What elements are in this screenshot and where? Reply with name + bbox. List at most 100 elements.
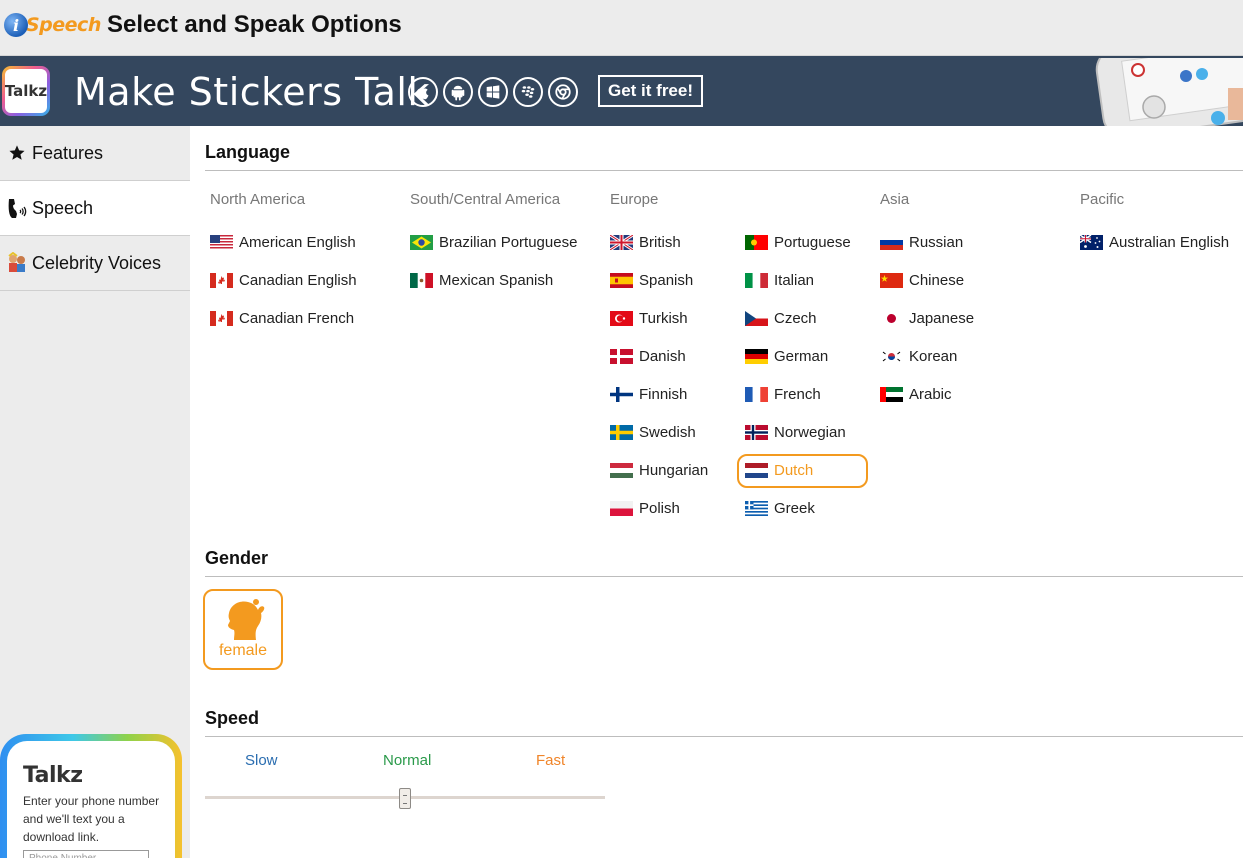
promo-text: Enter your phone number and we'll text y… <box>23 794 160 844</box>
platform-icons <box>408 77 578 107</box>
language-russian[interactable]: Russian <box>880 231 963 253</box>
sidebar-item-speech[interactable]: Speech <box>0 181 190 236</box>
flag-uk-icon <box>610 234 633 250</box>
language-chinese[interactable]: Chinese <box>880 269 964 291</box>
flag-denmark-icon <box>610 348 633 364</box>
language-german[interactable]: German <box>745 345 828 367</box>
flag-us-icon <box>210 234 233 250</box>
flag-turkey-icon <box>610 310 633 326</box>
flag-uae-icon <box>880 386 903 402</box>
speed-heading: Speed <box>205 708 260 728</box>
language-heading: Language <box>205 142 291 162</box>
flag-czech-icon <box>745 310 768 326</box>
sidebar-item-features[interactable]: Features <box>0 126 190 181</box>
speed-label-fast: Fast <box>536 752 566 769</box>
banner-title: Make Stickers Talk <box>74 70 430 114</box>
phone-number-input[interactable]: Phone Number <box>23 850 149 858</box>
talkz-promo: Talkz Enter your phone number and we'll … <box>0 734 182 858</box>
language-spanish[interactable]: Spanish <box>610 269 693 291</box>
apple-icon[interactable] <box>408 77 438 107</box>
language-australian-english[interactable]: Australian English <box>1080 231 1229 253</box>
flag-mexico-icon <box>410 272 433 288</box>
language-japanese[interactable]: Japanese <box>880 307 974 329</box>
flag-japan-icon <box>880 310 903 326</box>
sidebar-item-celebrity-voices[interactable]: Celebrity Voices <box>0 236 190 291</box>
flag-canada-icon <box>210 310 233 326</box>
flag-netherlands-icon <box>745 462 768 478</box>
flag-hungary-icon <box>610 462 633 478</box>
language-french[interactable]: French <box>745 383 821 405</box>
speed-label-slow: Slow <box>245 752 278 769</box>
top-header: i Speech Select and Speak Options <box>0 0 1243 56</box>
language-polish[interactable]: Polish <box>610 497 680 519</box>
android-icon[interactable] <box>443 77 473 107</box>
language-italian[interactable]: Italian <box>745 269 814 291</box>
promo-title: Talkz <box>23 763 83 788</box>
speech-icon <box>6 197 28 219</box>
speed-slider-handle[interactable] <box>399 788 411 809</box>
flag-brazil-icon <box>410 234 433 250</box>
flag-spain-icon <box>610 272 633 288</box>
sidebar-item-label: Features <box>32 142 104 163</box>
language-canadian-french[interactable]: Canadian French <box>210 307 354 329</box>
language-korean[interactable]: Korean <box>880 345 957 367</box>
language-czech[interactable]: Czech <box>745 307 817 329</box>
flag-greece-icon <box>745 500 768 516</box>
phone-image <box>1095 58 1243 126</box>
language-finnish[interactable]: Finnish <box>610 383 687 405</box>
language-norwegian[interactable]: Norwegian <box>745 421 846 443</box>
ispeech-logo[interactable]: i Speech <box>4 10 101 40</box>
flag-poland-icon <box>610 500 633 516</box>
flag-italy-icon <box>745 272 768 288</box>
language-american-english[interactable]: American English <box>210 231 356 253</box>
gender-label: female <box>218 642 268 659</box>
flag-korea-icon <box>880 348 903 364</box>
region-north-america: North America <box>210 191 306 208</box>
language-canadian-english[interactable]: Canadian English <box>210 269 357 291</box>
language-turkish[interactable]: Turkish <box>610 307 688 329</box>
divider <box>205 170 1243 171</box>
blackberry-icon[interactable] <box>513 77 543 107</box>
region-south-central-america: South/Central America <box>410 191 561 208</box>
flag-australia-icon <box>1080 234 1103 250</box>
language-dutch[interactable]: Dutch <box>745 459 813 481</box>
windows-icon[interactable] <box>478 77 508 107</box>
talkz-banner[interactable]: Talkz Make Stickers Talk Get it free! <box>0 56 1243 126</box>
language-british[interactable]: British <box>610 231 681 253</box>
flag-china-icon <box>880 272 903 288</box>
flag-portugal-icon <box>745 234 768 250</box>
language-mexican-spanish[interactable]: Mexican Spanish <box>410 269 553 291</box>
region-asia: Asia <box>880 191 910 208</box>
sidebar-item-label: Celebrity Voices <box>32 252 162 273</box>
main-content: Language North America South/Central Ame… <box>190 126 1243 858</box>
female-head-icon <box>228 599 265 640</box>
flag-russia-icon <box>880 234 903 250</box>
flag-sweden-icon <box>610 424 633 440</box>
region-europe: Europe <box>610 191 659 208</box>
get-it-free-button[interactable]: Get it free! <box>598 75 703 107</box>
chrome-icon[interactable] <box>548 77 578 107</box>
language-swedish[interactable]: Swedish <box>610 421 696 443</box>
flag-finland-icon <box>610 386 633 402</box>
speed-label-normal: Normal <box>383 752 432 769</box>
language-portuguese[interactable]: Portuguese <box>745 231 851 253</box>
language-brazilian-portuguese[interactable]: Brazilian Portuguese <box>410 231 577 253</box>
talkz-app-icon: Talkz <box>2 66 50 116</box>
divider <box>205 736 1243 737</box>
sidebar: Features Speech Celebrity Voices Talkz E… <box>0 126 190 858</box>
region-pacific: Pacific <box>1080 191 1125 208</box>
flag-norway-icon <box>745 424 768 440</box>
flag-canada-icon <box>210 272 233 288</box>
ispeech-logo-text: Speech <box>26 14 101 36</box>
language-arabic[interactable]: Arabic <box>880 383 952 405</box>
gender-option-female[interactable]: female <box>203 589 283 670</box>
language-hungarian[interactable]: Hungarian <box>610 459 708 481</box>
language-danish[interactable]: Danish <box>610 345 686 367</box>
flag-germany-icon <box>745 348 768 364</box>
language-greek[interactable]: Greek <box>745 497 815 519</box>
divider <box>205 576 1243 577</box>
star-icon <box>6 142 28 164</box>
ispeech-logo-mark: i <box>4 13 28 37</box>
flag-france-icon <box>745 386 768 402</box>
page-title: Select and Speak Options <box>107 11 402 38</box>
